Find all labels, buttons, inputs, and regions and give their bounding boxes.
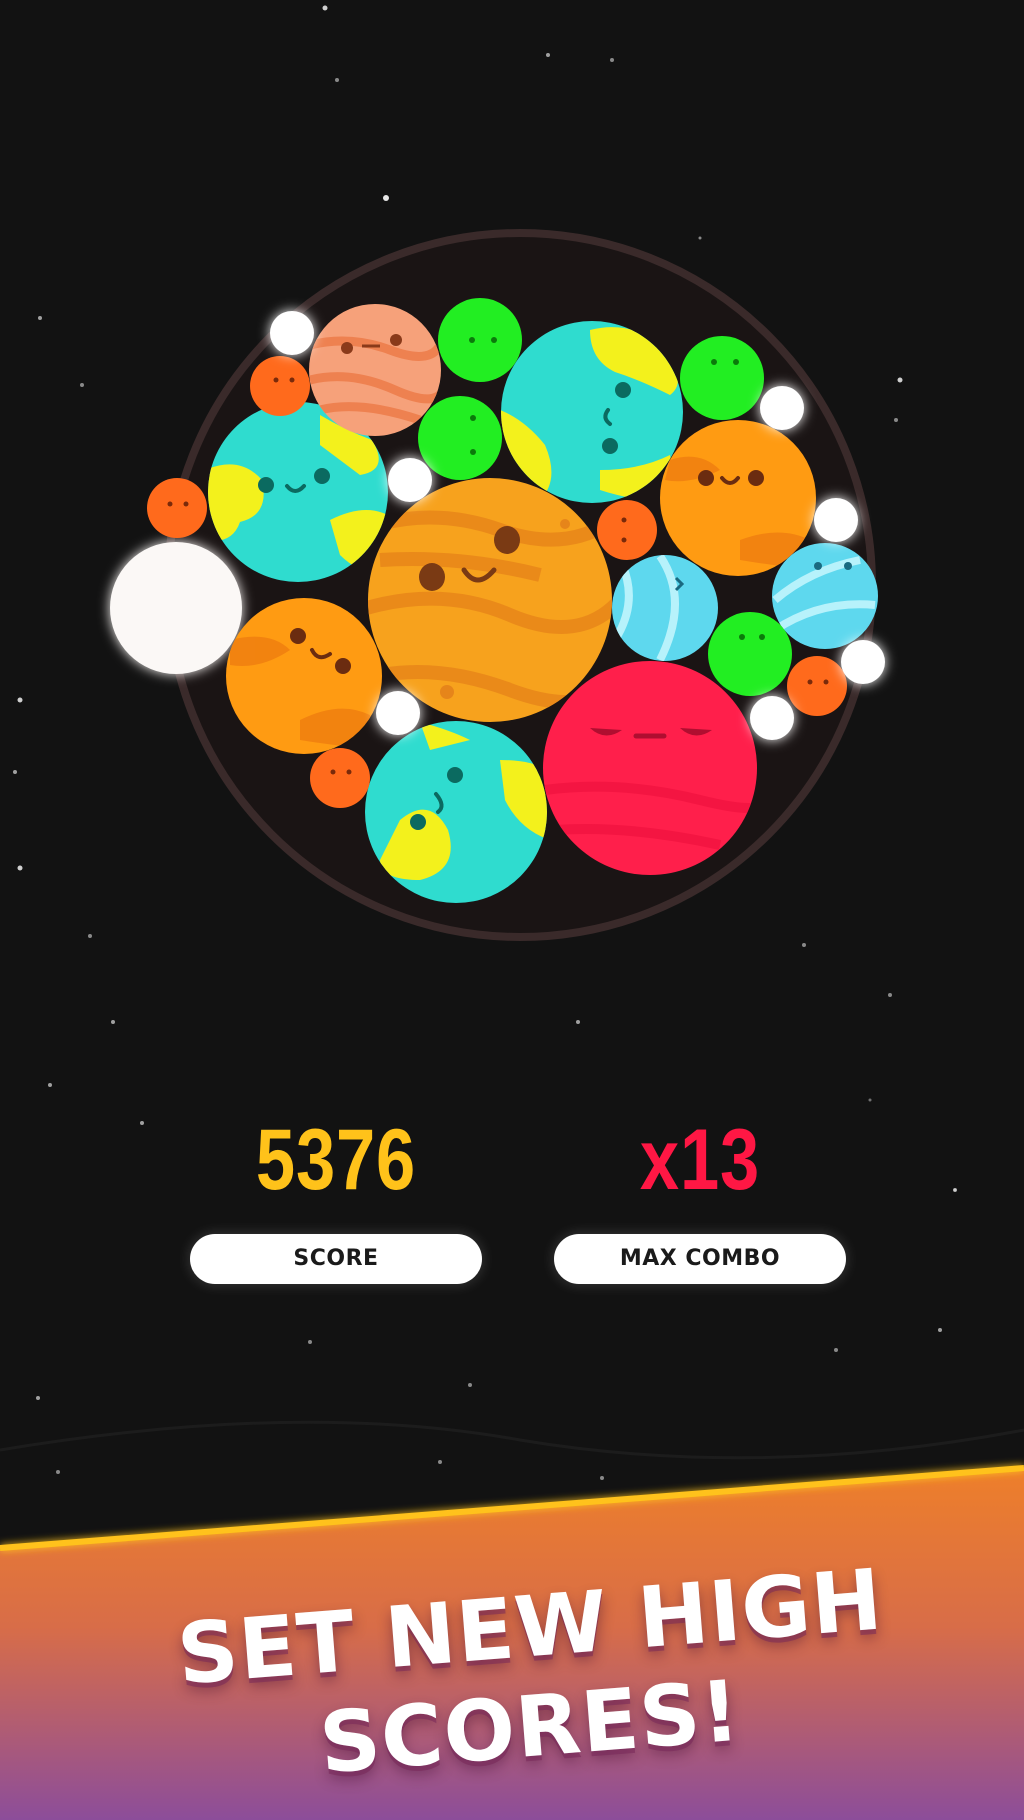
promo-banner xyxy=(0,1465,1024,1820)
game-screen: 5376 SCORE x13 MAX COMBO SET NEW HIGH SC… xyxy=(0,0,1024,1820)
